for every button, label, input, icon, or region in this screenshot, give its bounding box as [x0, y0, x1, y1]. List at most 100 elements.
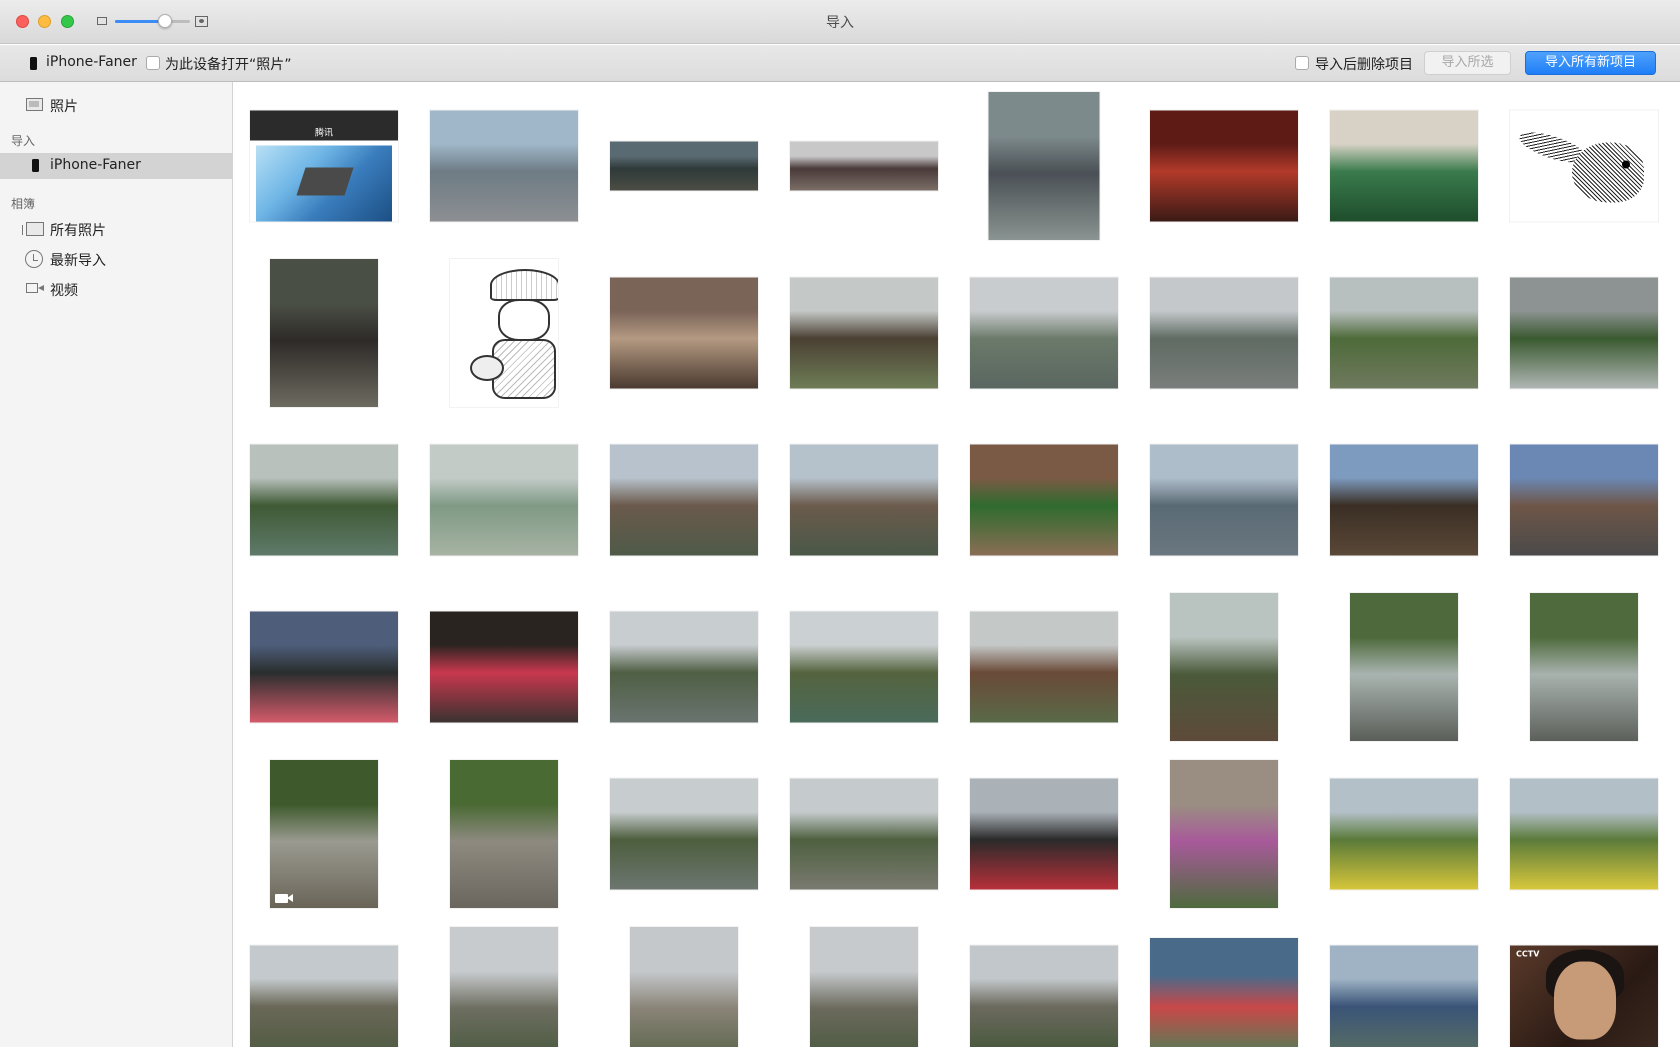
photo-thumbnail[interactable]	[250, 945, 398, 1047]
photo-thumbnail[interactable]	[430, 611, 578, 722]
photo-thumbnail[interactable]	[250, 444, 398, 555]
photo-thumbnail-cell[interactable]	[1314, 917, 1494, 1047]
photo-thumbnail-cell[interactable]	[234, 750, 414, 917]
sidebar-item-all-photos[interactable]: 所有照片	[0, 216, 232, 242]
photo-thumbnail-cell[interactable]	[774, 750, 954, 917]
photo-thumbnail[interactable]	[790, 444, 938, 555]
photo-thumbnail-cell[interactable]	[954, 583, 1134, 750]
photo-thumbnail[interactable]	[450, 759, 558, 908]
photo-thumbnail[interactable]	[1510, 110, 1658, 221]
photo-thumbnail[interactable]	[1530, 592, 1638, 741]
photo-thumbnail[interactable]	[1330, 945, 1478, 1047]
photo-thumbnail[interactable]	[970, 945, 1118, 1047]
photo-thumbnail[interactable]	[270, 759, 378, 908]
photo-thumbnail[interactable]: 腾讯	[250, 110, 398, 221]
photo-thumbnail-cell[interactable]	[954, 416, 1134, 583]
photo-thumbnail[interactable]	[270, 258, 378, 407]
delete-after-import-label[interactable]: 导入后删除项目	[1315, 54, 1413, 74]
photo-thumbnail[interactable]	[1330, 778, 1478, 889]
photo-thumbnail-cell[interactable]	[594, 416, 774, 583]
photo-thumbnail[interactable]	[1510, 277, 1658, 388]
photo-thumbnail-cell[interactable]	[1494, 750, 1674, 917]
photo-thumbnail[interactable]	[610, 611, 758, 722]
photo-thumbnail-cell[interactable]	[234, 416, 414, 583]
photo-thumbnail[interactable]	[430, 444, 578, 555]
photo-thumbnail-cell[interactable]	[414, 249, 594, 416]
photo-thumbnail[interactable]	[1150, 277, 1298, 388]
photo-thumbnail-cell[interactable]	[594, 82, 774, 249]
photo-thumbnail[interactable]	[430, 110, 578, 221]
photo-thumbnail-cell[interactable]	[1134, 750, 1314, 917]
open-photos-label[interactable]: 为此设备打开“照片”	[165, 54, 292, 74]
photo-thumbnail-cell[interactable]	[1494, 82, 1674, 249]
photo-thumbnail[interactable]	[790, 141, 938, 190]
photo-thumbnail[interactable]	[250, 611, 398, 722]
photo-thumbnail-cell[interactable]	[954, 750, 1134, 917]
photo-thumbnail-cell[interactable]	[594, 750, 774, 917]
import-selected-button[interactable]: 导入所选	[1424, 51, 1511, 75]
photo-thumbnail[interactable]	[610, 444, 758, 555]
photo-thumbnail-cell[interactable]	[594, 583, 774, 750]
photo-thumbnail[interactable]	[610, 277, 758, 388]
photo-thumbnail-cell[interactable]	[954, 917, 1134, 1047]
sidebar-item-videos[interactable]: 视频	[0, 276, 232, 302]
photo-thumbnail[interactable]	[1510, 444, 1658, 555]
photo-thumbnail-cell[interactable]: CCTV	[1494, 917, 1674, 1047]
photo-thumbnail[interactable]	[450, 926, 558, 1047]
photo-thumbnail-cell[interactable]	[414, 917, 594, 1047]
photo-thumbnail[interactable]	[1150, 444, 1298, 555]
photo-thumbnail[interactable]	[1170, 592, 1278, 741]
photo-thumbnail[interactable]	[1150, 937, 1298, 1047]
photo-thumbnail[interactable]	[1330, 110, 1478, 221]
sidebar-item-device[interactable]: iPhone-Faner	[0, 153, 232, 179]
photo-thumbnail-cell[interactable]	[414, 416, 594, 583]
photo-thumbnail-cell[interactable]	[1494, 583, 1674, 750]
photo-thumbnail-cell[interactable]: 腾讯	[234, 82, 414, 249]
photo-thumbnail-cell[interactable]	[1314, 249, 1494, 416]
photo-thumbnail[interactable]	[610, 778, 758, 889]
open-photos-checkbox[interactable]	[146, 56, 160, 70]
photo-thumbnail-cell[interactable]	[1314, 82, 1494, 249]
photo-thumbnail-cell[interactable]	[1314, 750, 1494, 917]
photo-thumbnail-cell[interactable]	[414, 583, 594, 750]
photo-thumbnail-cell[interactable]	[1134, 917, 1314, 1047]
photo-thumbnail[interactable]	[970, 778, 1118, 889]
photo-thumbnail[interactable]	[1150, 110, 1298, 221]
photo-thumbnail[interactable]	[630, 926, 738, 1047]
photo-thumbnail-cell[interactable]	[774, 416, 954, 583]
photo-thumbnail-cell[interactable]	[234, 583, 414, 750]
photo-thumbnail-cell[interactable]	[1494, 416, 1674, 583]
photo-thumbnail-cell[interactable]	[1134, 82, 1314, 249]
photo-thumbnail[interactable]	[1170, 759, 1278, 908]
photo-thumbnail-cell[interactable]	[594, 249, 774, 416]
photo-thumbnail[interactable]	[1330, 444, 1478, 555]
photo-thumbnail-cell[interactable]	[1134, 416, 1314, 583]
sidebar-item-last-import[interactable]: 最新导入	[0, 246, 232, 272]
import-all-new-button[interactable]: 导入所有新项目	[1525, 51, 1656, 75]
photo-thumbnail[interactable]	[450, 258, 558, 407]
photo-thumbnail[interactable]	[810, 926, 918, 1047]
photo-thumbnail[interactable]	[970, 444, 1118, 555]
photo-thumbnail-cell[interactable]	[1134, 583, 1314, 750]
photo-thumbnail-cell[interactable]	[954, 249, 1134, 416]
photo-thumbnail-cell[interactable]	[774, 82, 954, 249]
photo-thumbnail-cell[interactable]	[774, 249, 954, 416]
photo-thumbnail-cell[interactable]	[414, 750, 594, 917]
photo-thumbnail[interactable]	[1330, 277, 1478, 388]
photo-thumbnail[interactable]	[970, 277, 1118, 388]
photo-thumbnail-cell[interactable]	[954, 82, 1134, 249]
photo-thumbnail-cell[interactable]	[1314, 583, 1494, 750]
photo-thumbnail-cell[interactable]	[234, 917, 414, 1047]
photo-thumbnail-cell[interactable]	[1134, 249, 1314, 416]
sidebar-item-photos[interactable]: 照片	[0, 92, 232, 118]
photo-thumbnail[interactable]: CCTV	[1510, 945, 1658, 1047]
photo-thumbnail[interactable]	[970, 611, 1118, 722]
photo-thumbnail[interactable]	[988, 91, 1100, 240]
photo-thumbnail-cell[interactable]	[414, 82, 594, 249]
photo-thumbnail-cell[interactable]	[234, 249, 414, 416]
photo-thumbnail-cell[interactable]	[1314, 416, 1494, 583]
photo-thumbnail[interactable]	[610, 141, 758, 190]
photo-thumbnail[interactable]	[1510, 778, 1658, 889]
photo-thumbnail[interactable]	[790, 611, 938, 722]
photo-thumbnail[interactable]	[1350, 592, 1458, 741]
